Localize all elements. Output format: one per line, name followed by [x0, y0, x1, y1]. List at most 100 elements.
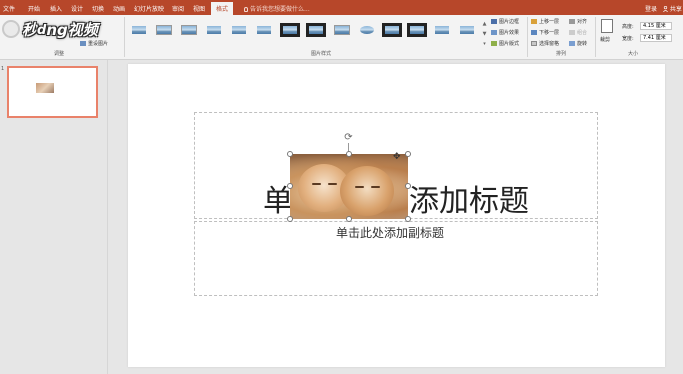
picture-effects-button[interactable]: 图片效果	[491, 29, 519, 36]
group-separator	[124, 17, 125, 57]
tab-file[interactable]: 文件	[3, 4, 15, 13]
brand-logo-o: d	[37, 23, 47, 38]
tab-transitions[interactable]: 切换	[92, 4, 104, 13]
align-label: 对齐	[577, 19, 588, 25]
picture-style-5[interactable]	[229, 23, 249, 37]
picture-style-14[interactable]	[457, 23, 477, 37]
resize-handle-left[interactable]	[287, 183, 293, 189]
group-button[interactable]: 组合	[569, 29, 587, 36]
resize-handle-right[interactable]	[405, 183, 411, 189]
picture-style-preview	[156, 25, 172, 35]
tab-view[interactable]: 视图	[193, 4, 205, 13]
rotate-icon	[569, 41, 575, 46]
tab-review[interactable]: 审阅	[172, 4, 184, 13]
picture-effects-icon	[491, 30, 497, 35]
picture-style-13[interactable]	[432, 23, 452, 37]
picture-style-3[interactable]	[179, 23, 199, 37]
slides-panel-divider[interactable]	[107, 60, 115, 374]
crop-icon[interactable]	[601, 19, 613, 33]
cat-picture[interactable]	[290, 154, 408, 219]
gallery-more-icon[interactable]: ▾	[481, 39, 488, 49]
picture-style-6[interactable]	[254, 23, 274, 37]
picture-style-preview	[435, 26, 449, 34]
rotate-handle-icon[interactable]: ⟳	[343, 132, 354, 143]
picture-style-10[interactable]	[357, 23, 377, 37]
move-cursor-icon: ✥	[393, 152, 401, 162]
tab-animations[interactable]: 动画	[113, 4, 125, 13]
selection-pane-icon	[531, 41, 537, 46]
brand-logo-badge	[2, 20, 20, 38]
reset-picture-button[interactable]: 重设图片	[80, 40, 108, 47]
height-input[interactable]: 4.15 厘米	[640, 22, 672, 30]
resize-handle-top-right[interactable]	[405, 151, 411, 157]
resize-handle-bottom-left[interactable]	[287, 216, 293, 222]
picture-style-2[interactable]	[154, 23, 174, 37]
login-link[interactable]: 登录	[645, 4, 657, 13]
reset-picture-icon	[80, 41, 86, 46]
picture-style-preview	[360, 26, 374, 34]
thumbnail-picture	[36, 83, 54, 93]
picture-style-preview	[309, 26, 323, 34]
slide-thumbnail-1[interactable]	[7, 66, 98, 118]
tell-me-placeholder: 告诉我您想要做什么...	[250, 6, 310, 13]
lightbulb-icon	[244, 7, 248, 12]
picture-style-preview	[132, 26, 146, 34]
tab-design[interactable]: 设计	[71, 4, 83, 13]
cat-eye	[328, 183, 337, 185]
picture-style-preview	[257, 26, 271, 34]
gallery-scroll[interactable]: ▲ ▼ ▾	[481, 19, 488, 49]
share-button[interactable]: 共享	[663, 4, 682, 13]
group-separator	[527, 17, 528, 57]
picture-layout-button[interactable]: 图片版式	[491, 40, 519, 47]
resize-handle-top-left[interactable]	[287, 151, 293, 157]
chevron-down-icon[interactable]: ▼	[481, 29, 488, 39]
picture-border-button[interactable]: 图片边框	[491, 18, 519, 25]
align-button[interactable]: 对齐	[569, 18, 587, 25]
picture-style-9[interactable]	[332, 23, 352, 37]
picture-border-icon	[491, 19, 497, 24]
ribbon-tab-bar: 文件 开始 插入 设计 切换 动画 幻灯片放映 审阅 视图 格式 告诉我您想要做…	[0, 0, 683, 15]
tab-format[interactable]: 格式	[211, 2, 234, 15]
picture-layout-icon	[491, 41, 497, 46]
picture-style-7[interactable]	[280, 23, 300, 37]
picture-style-preview	[181, 25, 197, 35]
send-backward-button[interactable]: 下移一层	[531, 29, 559, 36]
picture-style-4[interactable]	[204, 23, 224, 37]
selection-pane-button[interactable]: 选择窗格	[531, 40, 559, 47]
cat-eye	[355, 186, 364, 188]
chevron-up-icon[interactable]: ▲	[481, 19, 488, 29]
title-text-right: 添加标题	[409, 184, 529, 219]
bring-forward-button[interactable]: 上移一层	[531, 18, 559, 25]
tab-slideshow[interactable]: 幻灯片放映	[134, 4, 164, 13]
picture-style-preview	[460, 26, 474, 34]
resize-handle-bottom-right[interactable]	[405, 216, 411, 222]
picture-style-preview	[283, 26, 297, 34]
picture-style-preview	[410, 26, 424, 34]
bring-forward-label: 上移一层	[539, 19, 560, 25]
width-input[interactable]: 7.41 厘米	[640, 34, 672, 42]
group-label-arrange: 排列	[556, 51, 567, 57]
resize-handle-top[interactable]	[346, 151, 352, 157]
resize-handle-bottom[interactable]	[346, 216, 352, 222]
tab-insert[interactable]: 插入	[50, 4, 62, 13]
rotate-button[interactable]: 旋转	[569, 40, 587, 47]
bring-forward-icon	[531, 19, 537, 24]
tell-me-box[interactable]: 告诉我您想要做什么...	[244, 4, 310, 13]
picture-style-12[interactable]	[407, 23, 427, 37]
subtitle-text: 单击此处添加副标题	[336, 226, 445, 240]
width-label: 宽度:	[622, 36, 634, 42]
group-label-picture-styles: 图片样式	[311, 51, 332, 57]
brand-logo-right: ng视频	[46, 21, 98, 39]
cat-eye	[371, 186, 380, 188]
brand-logo-left: 秒	[22, 21, 38, 39]
picture-style-1[interactable]	[129, 23, 149, 37]
tab-home[interactable]: 开始	[28, 4, 40, 13]
crop-button-label[interactable]: 裁剪	[600, 36, 610, 43]
picture-style-preview	[207, 26, 221, 34]
picture-effects-label: 图片效果	[499, 30, 520, 36]
picture-style-8[interactable]	[306, 23, 326, 37]
picture-style-preview	[232, 26, 246, 34]
group-separator	[595, 17, 596, 57]
picture-style-11[interactable]	[382, 23, 402, 37]
ribbon-format: 秒dng视频 重设图片 调整 ▲ ▼ ▾ 图片样式 图片边框 图片效果 图片版式…	[0, 15, 683, 60]
